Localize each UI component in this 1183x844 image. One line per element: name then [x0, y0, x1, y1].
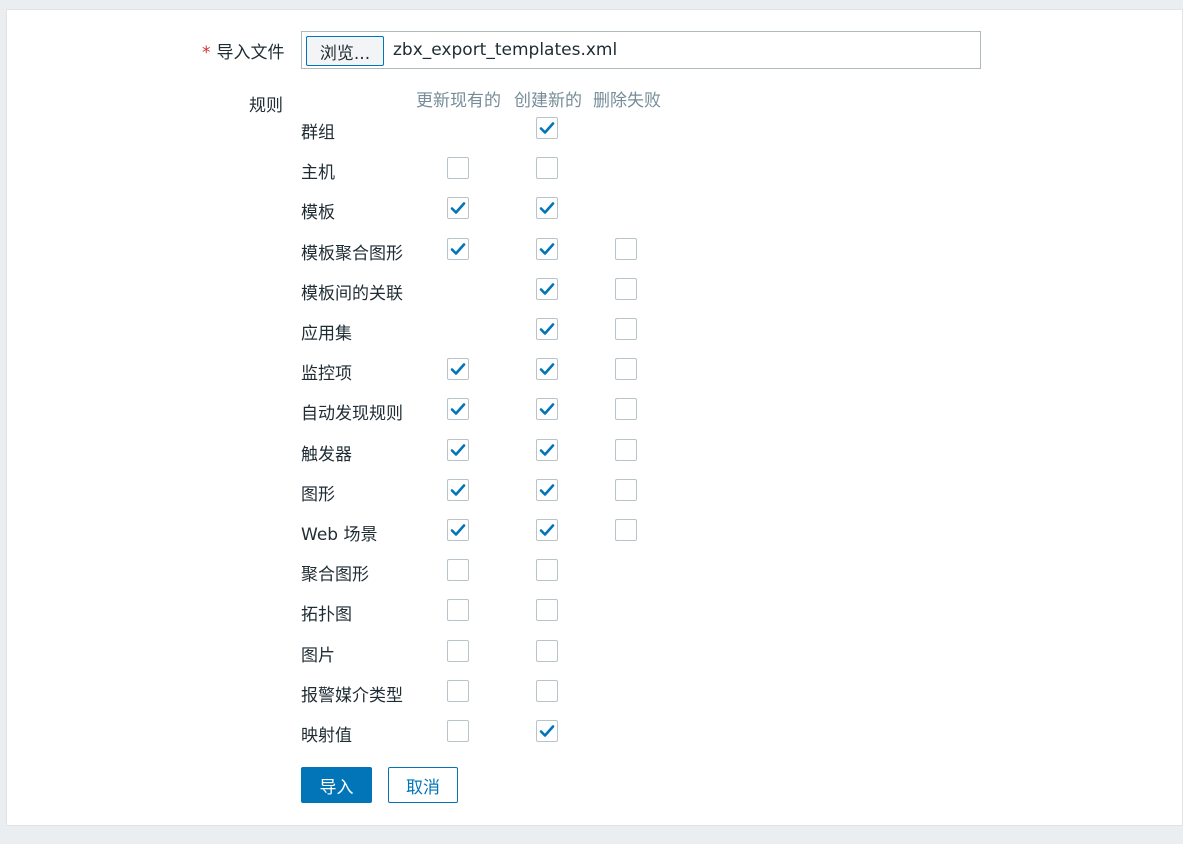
- rule-label: 监控项: [301, 364, 352, 385]
- create-checkbox[interactable]: [536, 197, 558, 220]
- column-header-create-new: 创建新的: [514, 91, 582, 111]
- page-footer-strip: [0, 834, 1183, 844]
- rule-label: 拓扑图: [301, 605, 352, 626]
- create-checkbox[interactable]: [536, 398, 558, 421]
- rule-label: 图片: [301, 645, 335, 666]
- delete-checkbox[interactable]: [615, 277, 637, 300]
- checkmark-icon: [539, 242, 555, 255]
- rules-label: 规则: [249, 96, 283, 116]
- checkmark-icon: [450, 363, 466, 375]
- update-checkbox[interactable]: [447, 478, 469, 501]
- import-file-label-text: 导入文件: [216, 43, 285, 63]
- rule-label: 触发器: [301, 444, 352, 465]
- update-checkbox[interactable]: [447, 639, 469, 662]
- checkmark-icon: [539, 122, 555, 134]
- create-checkbox[interactable]: [536, 117, 558, 139]
- create-checkbox[interactable]: [536, 519, 558, 541]
- checkmark-icon: [539, 725, 555, 737]
- create-checkbox[interactable]: [536, 478, 558, 501]
- rule-label: 报警媒介类型: [301, 685, 403, 706]
- delete-checkbox[interactable]: [615, 398, 637, 421]
- checkmark-icon: [539, 363, 555, 375]
- create-checkbox[interactable]: [536, 599, 558, 622]
- checkmark-icon: [450, 403, 466, 416]
- checkmark-icon: [450, 202, 466, 215]
- rule-label: 应用集: [301, 324, 352, 344]
- update-checkbox[interactable]: [447, 358, 469, 381]
- rule-label: 模板: [301, 203, 335, 224]
- update-checkbox[interactable]: [447, 720, 469, 742]
- create-checkbox[interactable]: [536, 438, 558, 461]
- checkmark-icon: [450, 524, 466, 536]
- checkmark-icon: [450, 242, 466, 255]
- update-checkbox[interactable]: [447, 679, 469, 702]
- file-input[interactable]: 浏览... zbx_export_templates.xml: [301, 31, 981, 69]
- checkmark-icon: [450, 443, 466, 456]
- delete-checkbox[interactable]: [615, 519, 637, 541]
- checkmark-icon: [539, 202, 555, 215]
- checkmark-icon: [539, 282, 555, 295]
- rule-label: 模板聚合图形: [301, 243, 403, 264]
- checkmark-icon: [539, 483, 555, 496]
- import-file-label: * 导入文件: [202, 38, 285, 63]
- create-checkbox[interactable]: [536, 720, 558, 742]
- update-checkbox[interactable]: [447, 519, 469, 541]
- rule-label: 模板间的关联: [301, 283, 403, 304]
- update-checkbox[interactable]: [447, 438, 469, 461]
- import-panel: [6, 9, 1183, 826]
- checkmark-icon: [539, 443, 555, 456]
- rule-label: 映射值: [301, 726, 352, 746]
- delete-checkbox[interactable]: [615, 438, 637, 461]
- checkmark-icon: [450, 483, 466, 496]
- create-checkbox[interactable]: [536, 679, 558, 702]
- create-checkbox[interactable]: [536, 318, 558, 340]
- update-checkbox[interactable]: [447, 398, 469, 421]
- rule-label: 聚合图形: [301, 565, 369, 586]
- cancel-button[interactable]: 取消: [388, 767, 458, 803]
- update-checkbox[interactable]: [447, 599, 469, 622]
- create-checkbox[interactable]: [536, 639, 558, 662]
- rule-label: 群组: [301, 123, 335, 143]
- column-header-update-existing: 更新现有的: [416, 91, 501, 111]
- create-checkbox[interactable]: [536, 559, 558, 582]
- delete-checkbox[interactable]: [615, 358, 637, 381]
- browse-button[interactable]: 浏览...: [306, 36, 384, 66]
- required-marker: *: [202, 43, 211, 63]
- rule-label: Web 场景: [301, 525, 378, 545]
- rule-label: 自动发现规则: [301, 404, 403, 425]
- update-checkbox[interactable]: [447, 197, 469, 220]
- update-checkbox[interactable]: [447, 237, 469, 260]
- create-checkbox[interactable]: [536, 237, 558, 260]
- rule-label: 图形: [301, 484, 335, 505]
- checkmark-icon: [539, 323, 555, 335]
- create-checkbox[interactable]: [536, 358, 558, 381]
- delete-checkbox[interactable]: [615, 478, 637, 501]
- create-checkbox[interactable]: [536, 277, 558, 300]
- checkmark-icon: [539, 403, 555, 416]
- import-button[interactable]: 导入: [301, 767, 372, 803]
- checkmark-icon: [539, 524, 555, 536]
- delete-checkbox[interactable]: [615, 318, 637, 340]
- update-checkbox[interactable]: [447, 157, 469, 180]
- create-checkbox[interactable]: [536, 157, 558, 180]
- update-checkbox[interactable]: [447, 559, 469, 582]
- delete-checkbox[interactable]: [615, 237, 637, 260]
- selected-file-name: zbx_export_templates.xml: [393, 40, 618, 60]
- column-header-delete-missing: 删除失败: [593, 91, 661, 111]
- rule-label: 主机: [301, 163, 335, 184]
